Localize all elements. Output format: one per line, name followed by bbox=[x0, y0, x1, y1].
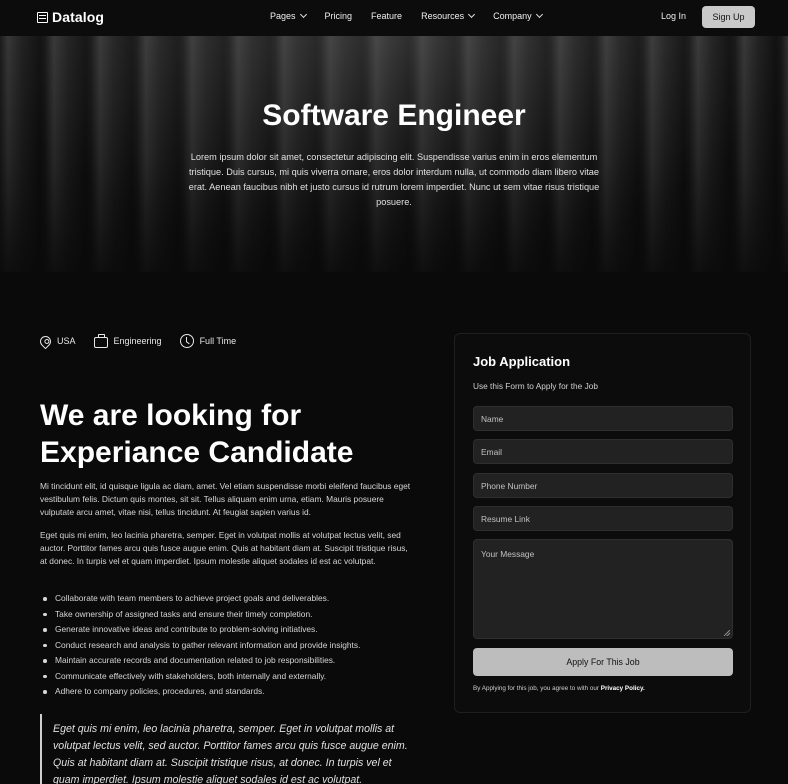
apply-button[interactable]: Apply For This Job bbox=[473, 648, 733, 676]
logo-text: Datalog bbox=[52, 9, 105, 25]
signup-button[interactable]: Sign Up bbox=[702, 6, 755, 28]
meta-location: USA bbox=[37, 333, 76, 349]
list-item: Take ownership of assigned tasks and ens… bbox=[40, 609, 420, 625]
chevron-down-icon bbox=[535, 10, 543, 19]
terms-text: By Applying for this job, you agree to w… bbox=[473, 685, 600, 692]
phone-input[interactable]: Phone Number bbox=[473, 473, 733, 498]
list-item: Collaborate with team members to achieve… bbox=[40, 593, 420, 609]
menu-item-pages[interactable]: Pages bbox=[270, 10, 307, 21]
menu-label: Company bbox=[493, 11, 532, 21]
menu-label: Resources bbox=[421, 11, 465, 21]
main-menu: Pages Pricing Feature Resources Company bbox=[270, 10, 561, 21]
meta-location-text: USA bbox=[57, 336, 76, 346]
menu-label: Pricing bbox=[324, 11, 353, 21]
logo[interactable]: Datalog bbox=[37, 9, 104, 25]
section-headline: We are looking for Experiance Candidate bbox=[40, 399, 354, 469]
list-item: Maintain accurate records and documentat… bbox=[40, 655, 420, 671]
page-title: Software Engineer bbox=[262, 99, 526, 132]
logo-icon bbox=[37, 11, 48, 23]
list-item: Communicate effectively with stakeholder… bbox=[40, 671, 420, 687]
login-link[interactable]: Log In bbox=[661, 11, 686, 21]
resume-link-input[interactable]: Resume Link bbox=[473, 506, 733, 531]
list-item: Generate innovative ideas and contribute… bbox=[40, 624, 420, 640]
list-item: Conduct research and analysis to gather … bbox=[40, 640, 420, 656]
email-input[interactable]: Email bbox=[473, 439, 733, 464]
meta-type-text: Full Time bbox=[199, 336, 237, 346]
chevron-down-icon bbox=[468, 10, 476, 19]
top-navbar: Datalog Pages Pricing Feature Resources … bbox=[0, 0, 788, 36]
blockquote: Eget quis mi enim, leo lacinia pharetra,… bbox=[40, 714, 410, 784]
form-subtitle: Use this Form to Apply for the Job bbox=[473, 381, 598, 391]
clock-icon bbox=[179, 334, 194, 348]
message-placeholder: Your Message bbox=[481, 549, 535, 559]
resize-handle-icon[interactable] bbox=[724, 630, 730, 636]
list-item: Adhere to company policies, procedures, … bbox=[40, 686, 420, 702]
menu-label: Feature bbox=[371, 11, 403, 21]
privacy-policy-link[interactable]: Privacy Policy. bbox=[601, 685, 645, 692]
location-pin-icon bbox=[37, 333, 54, 349]
menu-item-pricing[interactable]: Pricing bbox=[325, 11, 353, 21]
paragraph: Eget quis mi enim, leo lacinia pharetra,… bbox=[40, 530, 408, 566]
hero-description: Lorem ipsum dolor sit amet, consectetur … bbox=[188, 152, 600, 207]
responsibilities-list: Collaborate with team members to achieve… bbox=[40, 593, 420, 702]
paragraph: Mi tincidunt elit, id quisque ligula ac … bbox=[40, 481, 411, 517]
terms-note: By Applying for this job, you agree to w… bbox=[473, 685, 645, 692]
form-title: Job Application bbox=[473, 354, 571, 369]
meta-type: Full Time bbox=[179, 334, 237, 348]
menu-item-company[interactable]: Company bbox=[493, 10, 543, 21]
meta-department-text: Engineering bbox=[113, 336, 162, 346]
hero-section: Software Engineer Lorem ipsum dolor sit … bbox=[0, 36, 788, 272]
briefcase-icon bbox=[93, 334, 108, 348]
job-meta: USA Engineering Full Time bbox=[37, 333, 254, 349]
chevron-down-icon bbox=[299, 10, 307, 19]
menu-item-feature[interactable]: Feature bbox=[371, 11, 402, 21]
menu-item-resources[interactable]: Resources bbox=[421, 10, 476, 21]
menu-label: Pages bbox=[270, 11, 296, 21]
message-textarea[interactable]: Your Message bbox=[473, 539, 733, 639]
meta-department: Engineering bbox=[93, 334, 162, 348]
job-application-card: Job Application Use this Form to Apply f… bbox=[454, 333, 751, 713]
name-input[interactable]: Name bbox=[473, 406, 733, 431]
